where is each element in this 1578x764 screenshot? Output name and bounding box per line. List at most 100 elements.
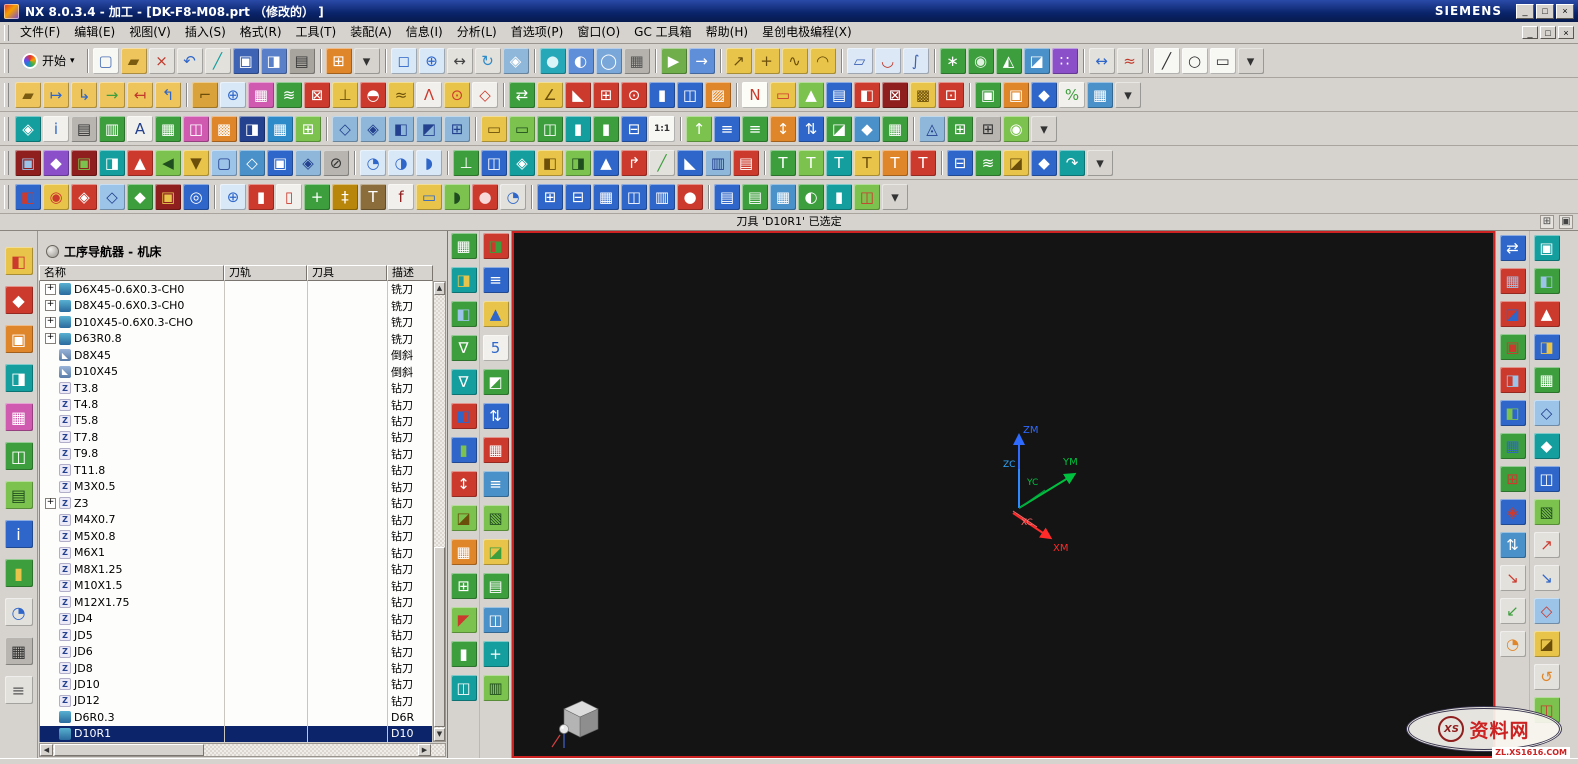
toolbar-options-icon[interactable]: ▾ — [882, 184, 908, 210]
minus-box-icon[interactable]: ⊟ — [621, 116, 647, 142]
bookmark-icon[interactable]: ◆ — [5, 286, 33, 314]
toolbar-options-icon[interactable]: ▾ — [1115, 82, 1141, 108]
panes-icon[interactable]: ◫ — [5, 442, 33, 470]
ripple-icon[interactable]: ≈ — [388, 82, 414, 108]
menu-item-13[interactable]: 帮助(H) — [699, 22, 755, 43]
raise-icon[interactable]: ↑ — [686, 116, 712, 142]
verify-cube-icon[interactable]: ◧ — [15, 184, 41, 210]
doc-minimize-button[interactable]: _ — [1522, 26, 1538, 39]
cube-wire-icon[interactable]: ◇ — [332, 116, 358, 142]
half-disc-icon[interactable]: ◗ — [444, 184, 470, 210]
rect-tool-icon[interactable]: ▭ — [1210, 48, 1236, 74]
arrow-se-icon[interactable]: ↘ — [1534, 565, 1560, 591]
five-axis-icon[interactable]: 5 — [483, 335, 509, 361]
hatch-icon[interactable]: ▧ — [1534, 499, 1560, 525]
hatch-icon[interactable]: ▨ — [705, 82, 731, 108]
green-box-icon[interactable]: ▣ — [975, 82, 1001, 108]
add-icon[interactable]: + — [304, 184, 330, 210]
geometry-icon[interactable]: ◧ — [451, 301, 477, 327]
gold-half-icon[interactable]: ◧ — [537, 150, 563, 176]
dot-box-icon[interactable]: ⊡ — [938, 82, 964, 108]
cone-icon[interactable]: ▲ — [127, 150, 153, 176]
tool-holder-icon[interactable]: T — [882, 150, 908, 176]
cube-corner-icon[interactable]: ◩ — [416, 116, 442, 142]
scroll-right-icon[interactable]: ▶ — [418, 744, 431, 756]
column-header-description[interactable]: 描述 — [387, 265, 433, 281]
table-icon[interactable]: ⊞ — [537, 184, 563, 210]
close-button[interactable]: × — [1556, 4, 1574, 19]
navigator-row[interactable]: +ZM6X1钻刀 — [40, 545, 433, 561]
stack2-icon[interactable]: ◫ — [451, 675, 477, 701]
slider-icon[interactable]: ◧ — [451, 403, 477, 429]
plus-icon[interactable]: + — [483, 641, 509, 667]
percent-icon[interactable]: % — [1059, 82, 1085, 108]
grid-red-icon[interactable]: ⊞ — [593, 82, 619, 108]
blue-half-icon[interactable]: ◧ — [1500, 400, 1526, 426]
create-program-icon[interactable]: ▦ — [451, 233, 477, 259]
back-icon[interactable]: ↤ — [127, 82, 153, 108]
scroll-up-icon[interactable]: ▲ — [434, 282, 445, 295]
layout-caret-icon[interactable]: ▾ — [354, 48, 380, 74]
tool-holder-icon[interactable]: T — [910, 150, 936, 176]
doc-restore-button[interactable]: □ — [1540, 26, 1556, 39]
blue-tri-icon[interactable]: ▲ — [593, 150, 619, 176]
expand-icon[interactable]: + — [45, 317, 56, 328]
rotate-view-icon[interactable]: ↻ — [475, 48, 501, 74]
navigator-row[interactable]: +ZZ3钻刀 — [40, 495, 433, 511]
menu-item-14[interactable]: 星创电极编程(X) — [755, 22, 859, 43]
close-part-icon[interactable]: × — [149, 48, 175, 74]
green-grid-icon[interactable]: ▦ — [155, 116, 181, 142]
point-icon[interactable]: + — [754, 48, 780, 74]
pan-icon[interactable]: ↔ — [447, 48, 473, 74]
maroon-cube-icon[interactable]: ▣ — [15, 150, 41, 176]
navy-half-icon[interactable]: ◨ — [239, 116, 265, 142]
ramp-icon[interactable]: ◪ — [1534, 631, 1560, 657]
diag-green-icon[interactable]: ↙ — [1500, 598, 1526, 624]
table-icon[interactable]: ▤ — [483, 573, 509, 599]
search-icon[interactable]: ⊕ — [220, 184, 246, 210]
mirror-icon[interactable]: ◨ — [99, 150, 125, 176]
expand-icon[interactable]: + — [45, 300, 56, 311]
report-icon[interactable]: ▤ — [71, 116, 97, 142]
export-icon[interactable]: ↳ — [71, 82, 97, 108]
name-tag-icon[interactable]: ▭ — [481, 116, 507, 142]
navigator-row[interactable]: +ZT3.8钻刀 — [40, 380, 433, 396]
line-icon[interactable]: ↗ — [726, 48, 752, 74]
branch-icon[interactable]: ↱ — [621, 150, 647, 176]
dark-cube-icon[interactable]: ▣ — [155, 184, 181, 210]
circle-tool-icon[interactable]: ○ — [1182, 48, 1208, 74]
roles-icon[interactable]: ◧ — [5, 247, 33, 275]
labels-icon[interactable]: ▧ — [483, 505, 509, 531]
split-block-icon[interactable]: ◫ — [677, 82, 703, 108]
marked-cube-icon[interactable]: ◇ — [1534, 598, 1560, 624]
view-style-icon[interactable]: ▦ — [624, 48, 650, 74]
butterfly-icon[interactable]: ◨ — [483, 233, 509, 259]
scrollbar-thumb[interactable] — [434, 547, 445, 727]
sketch-icon[interactable]: ▱ — [847, 48, 873, 74]
navigator-row[interactable]: +D10X45-0.6X0.3-CHO铣刀 — [40, 314, 433, 330]
mesh-icon[interactable]: ▩ — [910, 82, 936, 108]
curve-icon[interactable]: ◡ — [875, 48, 901, 74]
red-facet-icon[interactable]: ◈ — [71, 184, 97, 210]
navigator-row[interactable]: +ZJD8钻刀 — [40, 660, 433, 676]
navigator-row[interactable]: +ZT7.8钻刀 — [40, 429, 433, 445]
column-header-tool[interactable]: 刀具 — [307, 265, 387, 281]
collapse-icon[interactable]: ⊟ — [947, 150, 973, 176]
dot-cube-icon[interactable]: ◈ — [1500, 499, 1526, 525]
menu-item-11[interactable]: 窗口(O) — [570, 22, 627, 43]
pair-icon[interactable]: ◫ — [481, 150, 507, 176]
table-split-icon[interactable]: ◫ — [621, 184, 647, 210]
expand-icon[interactable]: + — [45, 333, 56, 344]
check-icon[interactable]: ◩ — [483, 369, 509, 395]
shaded-edges-icon[interactable]: ◐ — [568, 48, 594, 74]
navigator-row[interactable]: +D63R0.8铣刀 — [40, 330, 433, 346]
spray-icon[interactable]: ◨ — [451, 267, 477, 293]
toolbar-options-icon[interactable]: ▾ — [1031, 116, 1057, 142]
navigator-row[interactable]: +ZJD6钻刀 — [40, 643, 433, 659]
lime-half-icon[interactable]: ◨ — [565, 150, 591, 176]
navigator-row[interactable]: +ZJD4钻刀 — [40, 610, 433, 626]
menu-item-3[interactable]: 视图(V) — [122, 22, 178, 43]
save-as-icon[interactable]: ◨ — [261, 48, 287, 74]
blue-cube-icon[interactable]: ▣ — [267, 150, 293, 176]
navigator-row[interactable]: +ZM5X0.8钻刀 — [40, 528, 433, 544]
